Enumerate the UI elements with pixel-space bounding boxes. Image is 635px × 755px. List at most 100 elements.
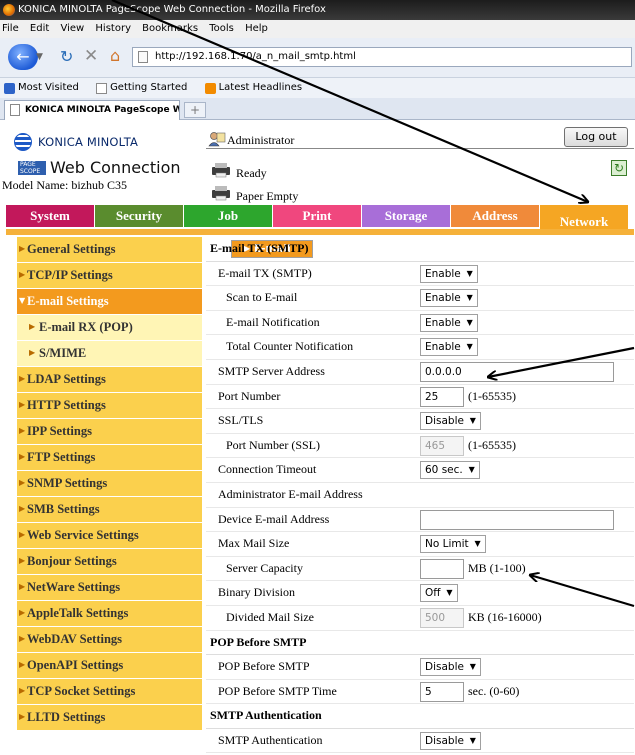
field-label: SMTP Authentication	[210, 708, 322, 723]
menu-item-s-mime[interactable]: ▶ S/MIME	[17, 341, 202, 367]
settings-menu: ▶ General Settings ▶ TCP/IP Settings ▼ E-mail…	[17, 237, 314, 731]
tab-system[interactable]: System	[6, 205, 94, 227]
tab-print[interactable]: Print	[273, 205, 361, 227]
port-number-input[interactable]: 25	[420, 386, 464, 407]
menu-item-label: SMB Settings	[27, 502, 100, 516]
ssl-tls-select[interactable]: Disable ▼	[420, 412, 481, 431]
device-e-mail-address-input[interactable]	[420, 509, 614, 530]
triangle-right-icon: ▶	[19, 426, 26, 435]
select-value: No Limit	[425, 538, 469, 551]
tab-title: KONICA MINOLTA PageScope Web C...	[25, 105, 179, 115]
chevron-down-icon: ▼	[474, 539, 481, 549]
connection-timeout-select[interactable]: 60 sec. ▼	[420, 461, 480, 480]
menu-item-web-service-settings[interactable]: ▶ Web Service Settings	[17, 523, 202, 549]
range-hint: sec. (0-60)	[468, 683, 520, 698]
product-name: Web Connection	[50, 158, 181, 177]
menu-item-tcp-ip-settings[interactable]: ▶ TCP/IP Settings	[17, 263, 202, 289]
menu-item-ldap-settings[interactable]: ▶ LDAP Settings	[17, 367, 202, 393]
menu-history[interactable]: History	[95, 23, 131, 34]
e-mail-tx-smtp-select[interactable]: Enable ▼	[420, 264, 478, 283]
bookmark-label: Getting Started	[110, 82, 188, 93]
bookmark-latest-headlines[interactable]: Latest Headlines	[204, 78, 302, 98]
new-tab-button[interactable]: +	[184, 102, 206, 118]
scan-to-e-mail-select[interactable]: Enable ▼	[420, 289, 478, 308]
port-number-ssl-input[interactable]: 465	[420, 435, 464, 456]
field-label: POP Before SMTP	[210, 634, 307, 649]
window-titlebar: KONICA MINOLTA PageScope Web Connection …	[0, 0, 635, 20]
field-label: SSL/TLS	[218, 413, 264, 428]
tab-job[interactable]: Job	[184, 205, 272, 227]
tab-security[interactable]: Security	[95, 205, 183, 227]
menu-item-snmp-settings[interactable]: ▶ SNMP Settings	[17, 471, 202, 497]
logout-button[interactable]: Log out	[564, 127, 628, 147]
menu-item-http-settings[interactable]: ▶ HTTP Settings	[17, 393, 202, 419]
row-smtp-authentication: SMTP Authentication Disable ▼	[206, 729, 634, 754]
bookmark-icon	[4, 82, 15, 94]
smtp-authentication-select[interactable]: Disable ▼	[420, 731, 481, 750]
stop-icon[interactable]: ✕	[84, 46, 98, 66]
menu-item-ftp-settings[interactable]: ▶ FTP Settings	[17, 445, 202, 471]
bookmark-most-visited[interactable]: Most Visited	[4, 78, 79, 98]
triangle-down-icon: ▼	[19, 296, 26, 305]
row-pop-before-smtp-time: POP Before SMTP Time 5 sec. (0-60)	[206, 680, 634, 705]
menu-file[interactable]: File	[2, 23, 19, 34]
home-icon[interactable]: ⌂	[110, 46, 120, 65]
menu-item-label: IPP Settings	[27, 424, 92, 438]
administrator-icon	[208, 132, 226, 147]
total-counter-notification-select[interactable]: Enable ▼	[420, 338, 478, 357]
e-mail-notification-select[interactable]: Enable ▼	[420, 313, 478, 332]
triangle-right-icon: ▶	[19, 478, 26, 487]
menu-help[interactable]: Help	[245, 23, 268, 34]
menu-item-appletalk-settings[interactable]: ▶ AppleTalk Settings	[17, 601, 202, 627]
browser-tab[interactable]: KONICA MINOLTA PageScope Web C...	[4, 100, 180, 120]
row-max-mail-size: Max Mail Size No Limit ▼	[206, 532, 634, 557]
menu-item-netware-settings[interactable]: ▶ NetWare Settings	[17, 575, 202, 601]
menu-tools[interactable]: Tools	[209, 23, 234, 34]
menu-item-e-mail-settings[interactable]: ▼ E-mail Settings	[17, 289, 202, 315]
menu-item-label: E-mail RX (POP)	[39, 320, 133, 334]
tab-storage[interactable]: Storage	[362, 205, 450, 227]
select-value: 60 sec.	[425, 464, 463, 477]
url-text: http://192.168.1.70/a_n_mail_smtp.html	[155, 51, 356, 62]
binary-division-select[interactable]: Off ▼	[420, 584, 458, 603]
row-ssl-tls: SSL/TLS Disable ▼	[206, 409, 634, 434]
menu-item-lltd-settings[interactable]: ▶ LLTD Settings	[17, 705, 202, 731]
select-value: Enable	[425, 267, 461, 280]
menu-item-smb-settings[interactable]: ▶ SMB Settings	[17, 497, 202, 523]
row-port-number: Port Number 25 (1-65535)	[206, 385, 634, 410]
menu-item-ipp-settings[interactable]: ▶ IPP Settings	[17, 419, 202, 445]
menu-item-label: FTP Settings	[27, 450, 96, 464]
chevron-down-icon: ▼	[468, 465, 475, 475]
menu-item-webdav-settings[interactable]: ▶ WebDAV Settings	[17, 627, 202, 653]
row-pop-before-smtp: POP Before SMTP Disable ▼	[206, 655, 634, 680]
menu-item-tcp-socket-settings[interactable]: ▶ TCP Socket Settings	[17, 679, 202, 705]
select-value: Enable	[425, 341, 461, 354]
smtp-server-address-input[interactable]: 0.0.0.0	[420, 361, 614, 382]
menu-item-label: TCP Socket Settings	[27, 684, 136, 698]
window-title: KONICA MINOLTA PageScope Web Connection …	[18, 4, 326, 15]
menu-item-label: NetWare Settings	[27, 580, 121, 594]
reload-icon[interactable]: ↻	[60, 47, 73, 66]
field-label: POP Before SMTP	[218, 659, 310, 674]
row-connection-timeout: Connection Timeout 60 sec. ▼	[206, 458, 634, 483]
menu-view[interactable]: View	[60, 23, 84, 34]
triangle-right-icon: ▶	[19, 504, 26, 513]
refresh-icon[interactable]: ↻	[611, 160, 627, 176]
menu-item-bonjour-settings[interactable]: ▶ Bonjour Settings	[17, 549, 202, 575]
max-mail-size-select[interactable]: No Limit ▼	[420, 535, 486, 554]
menu-edit[interactable]: Edit	[30, 23, 49, 34]
menu-bookmarks[interactable]: Bookmarks	[142, 23, 198, 34]
tab-address[interactable]: Address	[451, 205, 539, 227]
back-arrow-icon[interactable]: ←	[8, 44, 38, 70]
menu-item-general-settings[interactable]: ▶ General Settings	[17, 237, 202, 263]
address-bar[interactable]: http://192.168.1.70/a_n_mail_smtp.html	[132, 47, 632, 67]
pop-before-smtp-time-input[interactable]: 5	[420, 681, 464, 702]
divided-mail-size-input[interactable]: 500	[420, 607, 464, 628]
menu-item-openapi-settings[interactable]: ▶ OpenAPI Settings	[17, 653, 202, 679]
pop-before-smtp-select[interactable]: Disable ▼	[420, 658, 481, 677]
menu-item-e-mail-rx-pop[interactable]: ▶ E-mail RX (POP)	[17, 315, 202, 341]
server-capacity-input[interactable]	[420, 558, 464, 579]
history-dropdown-icon[interactable]: ▼	[36, 50, 50, 64]
field-label: Administrator E-mail Address	[218, 486, 363, 501]
bookmark-getting-started[interactable]: Getting Started	[96, 78, 187, 98]
